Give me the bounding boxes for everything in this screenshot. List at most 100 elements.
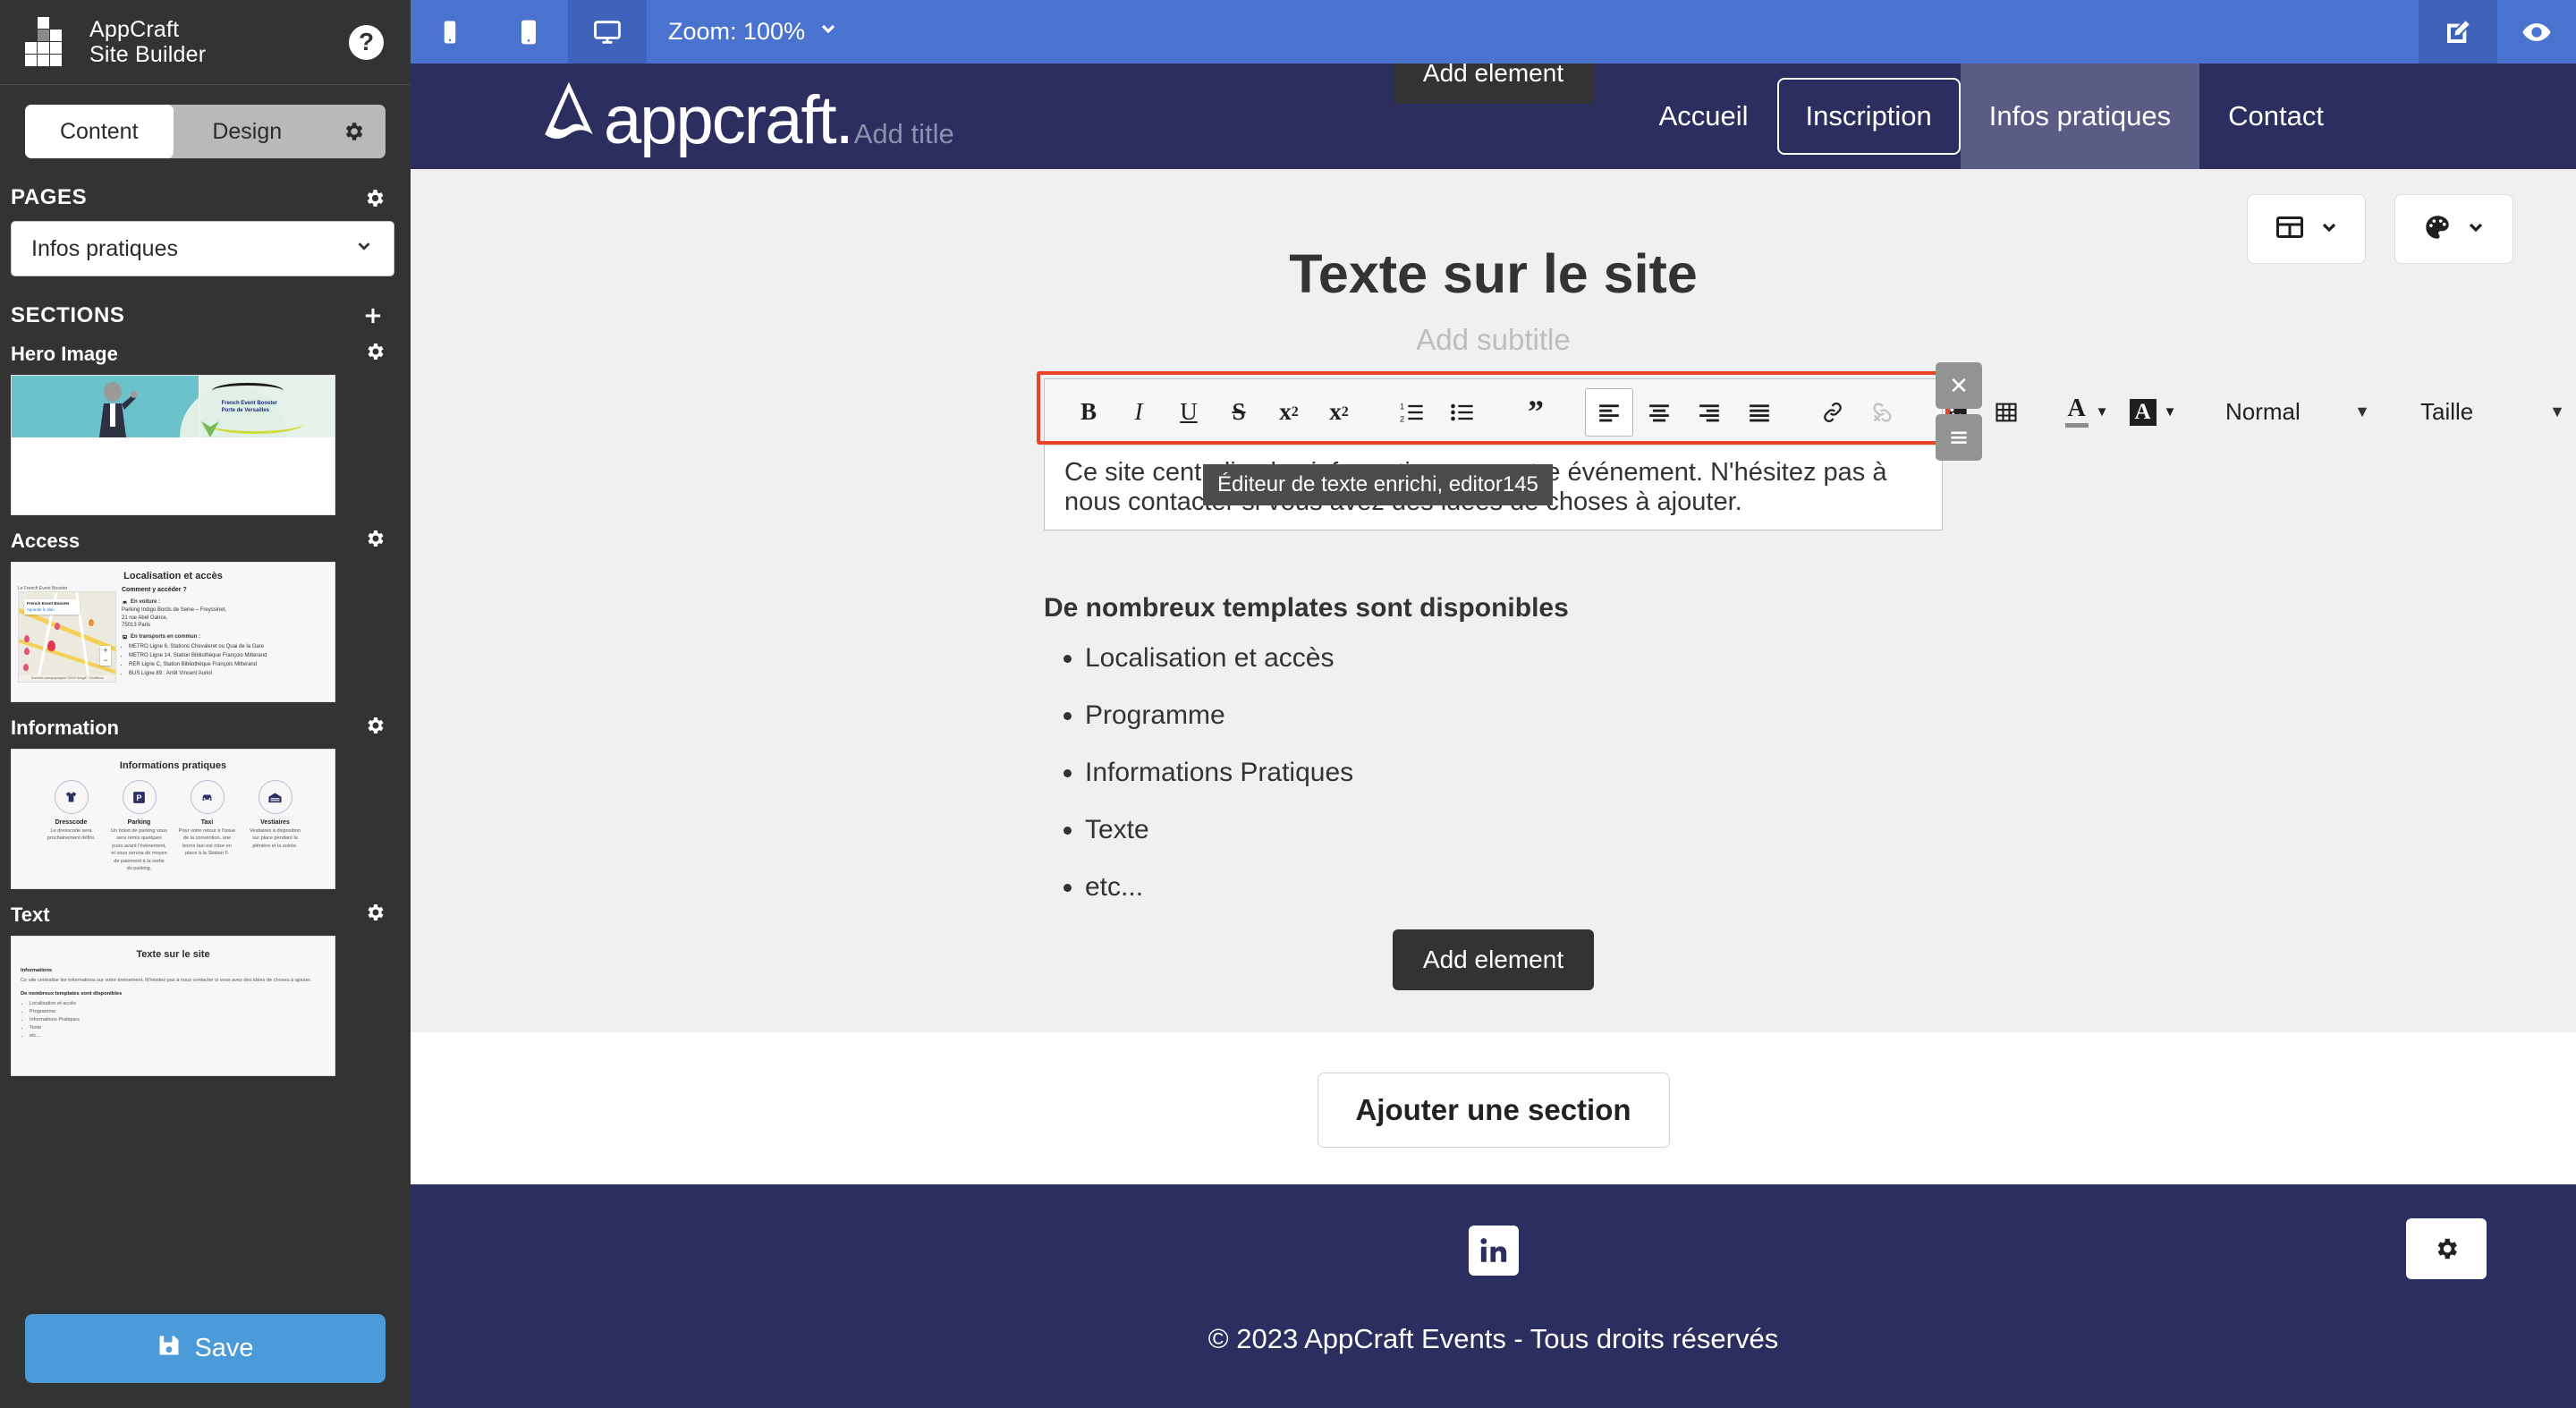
subway-icon (123, 634, 127, 640)
wardrobe-icon (258, 780, 292, 814)
svg-text:2: 2 (1400, 414, 1404, 423)
align-left-icon[interactable] (1585, 387, 1633, 437)
insert-link-icon[interactable] (1809, 388, 1857, 437)
edit-pencil-icon[interactable] (2419, 0, 2497, 64)
page-select-wrap: Infos pratiques (0, 210, 411, 276)
list-item[interactable]: Localisation et accès (1085, 643, 1943, 674)
site-title-placeholder[interactable]: Add title (854, 118, 954, 150)
list-item[interactable]: etc... (1085, 872, 1943, 903)
section-thumbnail-hero[interactable]: French Event Booster Porte de Versailles (11, 375, 335, 515)
section-title-hero: Hero Image (0, 328, 411, 375)
site-logo[interactable]: appcraft. Add title (534, 73, 954, 159)
list-item[interactable]: Texte (1085, 815, 1943, 845)
transit-item: METRO Ligne 14, Station Bibliothèque Fra… (129, 652, 328, 660)
hamburger-drag-icon[interactable] (1936, 414, 1982, 461)
desktop-icon[interactable] (568, 0, 647, 64)
gear-icon[interactable] (364, 528, 386, 555)
floppy-disk-icon (157, 1333, 182, 1365)
section-title-information: Information (0, 702, 411, 749)
map-attribution: Données cartographiques ©2023 Google · C… (19, 675, 115, 682)
access-car-heading: En voiture : (122, 598, 328, 606)
section-name: Information (11, 717, 119, 739)
editor-side-controls: ✕ (1936, 362, 1982, 461)
chevron-down-icon (2318, 216, 2340, 242)
tab-content[interactable]: Content (25, 105, 174, 158)
brand-title: AppCraft Site Builder (89, 17, 206, 68)
hero-banner-image: French Event Booster Porte de Versailles (12, 376, 335, 437)
svg-text:P: P (136, 793, 141, 802)
subscript-icon[interactable]: x2 (1265, 388, 1313, 437)
nav-item-infos-pratiques[interactable]: Infos pratiques (1960, 64, 2200, 169)
add-section-button[interactable]: Ajouter une section (1317, 1073, 1670, 1148)
content-list: Localisation et accès Programme Informat… (1085, 643, 1943, 903)
nav-item-inscription[interactable]: Inscription (1776, 78, 1961, 155)
chevron-down-icon (2465, 216, 2487, 242)
content-heading[interactable]: De nombreux templates sont disponibles (1044, 593, 1943, 623)
page-select-value: Infos pratiques (31, 235, 178, 261)
text-thumb-subheading: Informations (21, 968, 53, 973)
align-right-icon[interactable] (1685, 388, 1733, 437)
underline-icon[interactable]: U (1165, 388, 1213, 437)
font-size-select[interactable]: Taille ▼ (2406, 388, 2576, 437)
blockquote-icon[interactable]: ” (1512, 388, 1560, 437)
eye-icon[interactable] (2497, 0, 2576, 64)
sections-label: SECTIONS (11, 303, 125, 327)
align-center-icon[interactable] (1635, 388, 1683, 437)
tab-design[interactable]: Design (174, 105, 322, 158)
tablet-icon[interactable] (489, 0, 568, 64)
pages-gear-icon[interactable] (363, 187, 386, 209)
save-button-label: Save (194, 1334, 254, 1362)
gear-icon[interactable] (364, 715, 386, 742)
linkedin-icon[interactable] (1468, 1226, 1519, 1276)
bulleted-list-icon[interactable] (1438, 388, 1487, 437)
highlight-color-icon[interactable]: A ▼ (2120, 388, 2186, 437)
list-item: etc... (30, 1032, 326, 1040)
chevron-down-icon: ▼ (2354, 403, 2370, 420)
information-title: Informations pratiques (119, 760, 227, 771)
nav-item-contact[interactable]: Contact (2199, 64, 2352, 169)
list-item[interactable]: Programme (1085, 700, 1943, 731)
superscript-icon[interactable]: x2 (1315, 388, 1363, 437)
paragraph-style-select[interactable]: Normal ▼ (2211, 388, 2381, 437)
save-button[interactable]: Save (25, 1314, 386, 1383)
add-element-button-bottom[interactable]: Add element (1392, 929, 1595, 990)
ordered-list-icon[interactable]: 12 (1388, 388, 1436, 437)
list-item[interactable]: Informations Pratiques (1085, 758, 1943, 788)
site-builder-app: AppCraft Site Builder ? Content Design P… (0, 0, 2576, 1408)
subtitle-placeholder[interactable]: Add subtitle (411, 305, 2576, 357)
taxi-icon (190, 780, 225, 814)
close-x-icon[interactable]: ✕ (1936, 362, 1982, 409)
insert-table-icon[interactable] (1982, 388, 2030, 437)
gear-icon[interactable] (321, 105, 386, 158)
appcraft-logo-icon (25, 17, 75, 67)
nav-item-accueil[interactable]: Accueil (1631, 64, 1777, 169)
access-title: Localisation et accès (123, 571, 223, 581)
section-thumbnail-information[interactable]: Informations pratiques Dresscode Le dres… (11, 749, 335, 889)
font-size-value: Taille (2420, 398, 2474, 425)
mobile-icon[interactable] (411, 0, 489, 64)
layout-dropdown-button[interactable] (2247, 194, 2366, 264)
section-thumbnail-access[interactable]: Localisation et accès Le French Event Bo… (11, 562, 335, 702)
rich-text-editor: B I U S x2 x2 12 ” A ▼ A ▼ Normal ▼ Tail… (1037, 362, 2565, 530)
zoom-control[interactable]: Zoom: 100% (647, 0, 860, 64)
sidebar-tabs-row: Content Design (0, 85, 411, 158)
sidebar-tabs: Content Design (25, 105, 386, 158)
gear-icon[interactable] (364, 902, 386, 929)
help-icon[interactable]: ? (349, 24, 384, 60)
layout-grid-icon (2274, 211, 2306, 248)
page-select[interactable]: Infos pratiques (11, 221, 394, 276)
footer-settings-button[interactable] (2406, 1218, 2487, 1279)
section-thumbnail-text[interactable]: Texte sur le site Informations Ce site c… (11, 936, 335, 1076)
plus-icon[interactable] (360, 303, 386, 328)
strikethrough-icon[interactable]: S (1215, 388, 1263, 437)
align-justify-icon[interactable] (1735, 388, 1784, 437)
bold-icon[interactable]: B (1064, 388, 1113, 437)
italic-icon[interactable]: I (1114, 388, 1163, 437)
sections-label-row: SECTIONS (0, 276, 411, 328)
theme-dropdown-button[interactable] (2394, 194, 2513, 264)
font-color-icon[interactable]: A ▼ (2055, 388, 2118, 437)
gear-icon[interactable] (364, 341, 386, 368)
site-nav-items: Accueil Inscription Infos pratiques Cont… (1631, 64, 2576, 169)
remove-link-icon (1859, 388, 1907, 437)
section-title-access: Access (0, 515, 411, 562)
